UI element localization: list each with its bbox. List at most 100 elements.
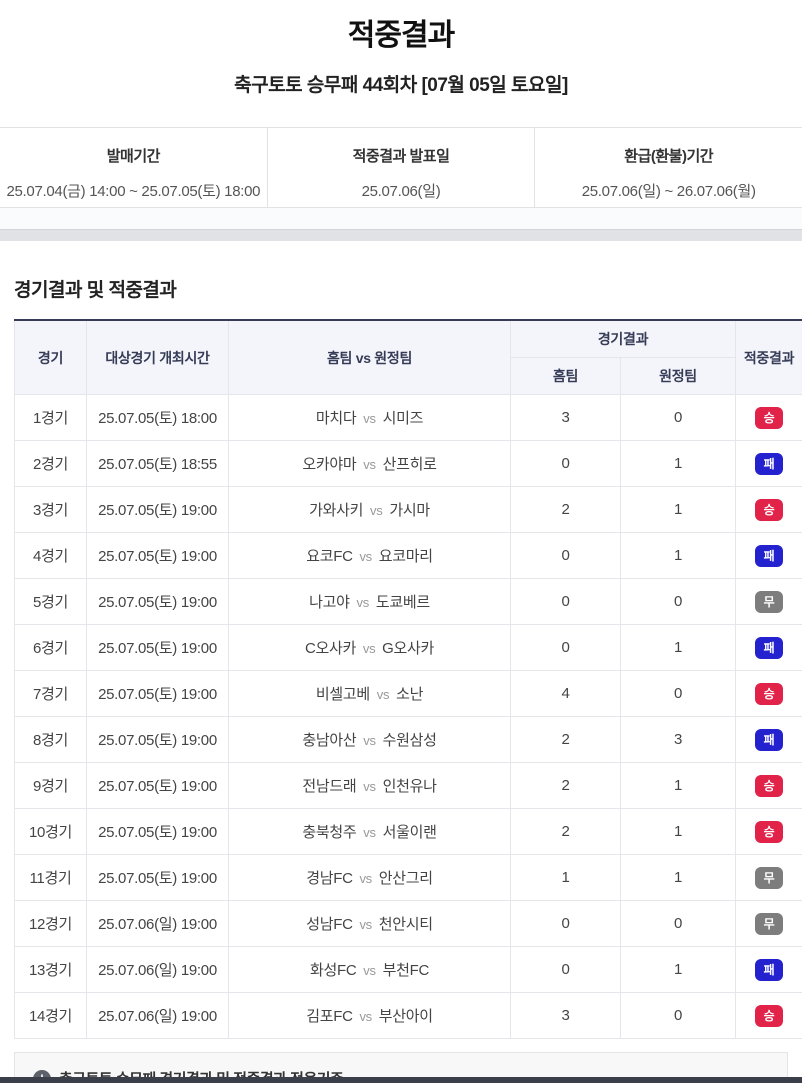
home-team-name: 충남아산 bbox=[302, 732, 357, 749]
vs-label: vs bbox=[370, 503, 383, 518]
match-teams-cell: 비셀고베 vs 소난 bbox=[228, 670, 511, 717]
results-table-header: 경기 대상경기 개최시간 홈팀 vs 원정팀 경기결과 적중결과 홈팀 원정팀 bbox=[14, 319, 802, 395]
away-team-name: 부천FC bbox=[382, 962, 430, 979]
hit-result-cell: 패 bbox=[735, 716, 802, 763]
table-row: 6경기 25.07.05(토) 19:00 C오사카 vs G오사카 0 1 패 bbox=[14, 624, 802, 671]
vs-label: vs bbox=[356, 595, 370, 610]
away-score-cell: 1 bbox=[619, 440, 737, 487]
table-row: 3경기 25.07.05(토) 19:00 가와사키 vs 가시마 2 1 승 bbox=[14, 486, 802, 533]
away-score-cell: 1 bbox=[619, 624, 737, 671]
away-team-name: 부산아이 bbox=[378, 1008, 433, 1025]
results-table: 경기 대상경기 개최시간 홈팀 vs 원정팀 경기결과 적중결과 홈팀 원정팀 … bbox=[14, 319, 802, 1039]
away-score-cell: 0 bbox=[619, 578, 737, 625]
match-teams-cell: 성남FC vs 천안시티 bbox=[228, 900, 511, 947]
home-team-name: 비셀고베 bbox=[315, 686, 370, 703]
hit-result-cell: 승 bbox=[735, 486, 802, 533]
game-number-cell: 13경기 bbox=[14, 946, 87, 993]
match-teams-cell: 김포FC vs 부산아이 bbox=[228, 992, 511, 1039]
page-title: 적중결과 bbox=[347, 19, 455, 52]
away-score-cell: 1 bbox=[619, 854, 737, 901]
info-label: 발매기간 bbox=[106, 148, 161, 165]
result-badge-win: 승 bbox=[755, 498, 784, 521]
result-badge-lose: 패 bbox=[755, 728, 784, 751]
home-team-name: 나고야 bbox=[309, 594, 350, 611]
game-number-cell: 5경기 bbox=[14, 578, 87, 625]
match-teams-cell: 요코FC vs 요코마리 bbox=[228, 532, 511, 579]
hit-result-cell: 패 bbox=[735, 946, 802, 993]
away-score-cell: 0 bbox=[619, 670, 737, 717]
info-item-result-date: 적중결과 발표일 25.07.06(일) bbox=[266, 128, 535, 207]
table-row: 13경기 25.07.06(일) 19:00 화성FC vs 부천FC 0 1 패 bbox=[14, 946, 802, 993]
info-item-refund-period: 환급(환불)기간 25.07.06(일) ~ 26.07.06(월) bbox=[534, 128, 802, 207]
match-teams-cell: 나고야 vs 도쿄베르 bbox=[228, 578, 511, 625]
result-badge-win: 승 bbox=[755, 820, 784, 843]
home-score-cell: 2 bbox=[510, 716, 621, 763]
table-row: 4경기 25.07.05(토) 19:00 요코FC vs 요코마리 0 1 패 bbox=[14, 532, 802, 579]
result-badge-draw: 무 bbox=[755, 590, 784, 613]
home-score-cell: 0 bbox=[510, 624, 621, 671]
away-team-name: 서울이랜 bbox=[382, 824, 437, 841]
match-teams-cell: 마치다 vs 시미즈 bbox=[228, 394, 511, 441]
vs-label: vs bbox=[363, 733, 376, 748]
info-label: 환급(환불)기간 bbox=[624, 148, 714, 165]
match-datetime-cell: 25.07.06(일) 19:00 bbox=[86, 946, 229, 993]
table-row: 11경기 25.07.05(토) 19:00 경남FC vs 안산그리 1 1 무 bbox=[14, 854, 802, 901]
table-row: 7경기 25.07.05(토) 19:00 비셀고베 vs 소난 4 0 승 bbox=[14, 670, 802, 717]
match-datetime-cell: 25.07.05(토) 19:00 bbox=[86, 670, 229, 717]
vs-label: vs bbox=[363, 963, 376, 978]
match-datetime-cell: 25.07.05(토) 19:00 bbox=[86, 854, 229, 901]
vs-label: vs bbox=[359, 1009, 372, 1024]
match-datetime-cell: 25.07.05(토) 19:00 bbox=[86, 532, 229, 579]
away-team-name: 수원삼성 bbox=[382, 732, 437, 749]
result-badge-win: 승 bbox=[755, 1004, 784, 1027]
home-score-cell: 2 bbox=[510, 486, 621, 533]
section-divider bbox=[0, 229, 802, 241]
match-teams-cell: 충북청주 vs 서울이랜 bbox=[228, 808, 511, 855]
vs-label: vs bbox=[359, 549, 372, 564]
game-number-cell: 7경기 bbox=[14, 670, 87, 717]
home-score-cell: 0 bbox=[510, 532, 621, 579]
info-value: 25.07.04(금) 14:00 ~ 25.07.05(토) 18:00 bbox=[6, 183, 261, 200]
home-team-name: 충북청주 bbox=[302, 824, 357, 841]
col-header-result-group: 경기결과 bbox=[509, 319, 737, 358]
table-row: 8경기 25.07.05(토) 19:00 충남아산 vs 수원삼성 2 3 패 bbox=[14, 716, 802, 763]
result-badge-lose: 패 bbox=[755, 636, 784, 659]
home-team-name: 가와사키 bbox=[309, 502, 364, 519]
table-row: 5경기 25.07.05(토) 19:00 나고야 vs 도쿄베르 0 0 무 bbox=[14, 578, 802, 625]
hit-result-cell: 승 bbox=[735, 670, 802, 717]
game-number-cell: 10경기 bbox=[14, 808, 87, 855]
away-team-name: 요코마리 bbox=[378, 548, 433, 565]
game-number-cell: 4경기 bbox=[14, 532, 87, 579]
home-score-cell: 0 bbox=[510, 578, 621, 625]
home-team-name: 경남FC bbox=[306, 870, 353, 887]
home-score-cell: 2 bbox=[510, 808, 621, 855]
match-teams-cell: 가와사키 vs 가시마 bbox=[228, 486, 511, 533]
away-team-name: 인천유나 bbox=[382, 778, 437, 795]
result-badge-win: 승 bbox=[755, 406, 784, 429]
match-datetime-cell: 25.07.05(토) 18:00 bbox=[86, 394, 229, 441]
away-score-cell: 1 bbox=[619, 762, 737, 809]
result-badge-win: 승 bbox=[755, 774, 784, 797]
game-number-cell: 1경기 bbox=[14, 394, 87, 441]
home-score-cell: 3 bbox=[510, 992, 621, 1039]
away-team-name: 산프히로 bbox=[382, 456, 437, 473]
col-header-away-score: 원정팀 bbox=[619, 357, 737, 395]
away-team-name: 안산그리 bbox=[378, 870, 433, 887]
result-badge-draw: 무 bbox=[755, 866, 784, 889]
match-teams-cell: 오카야마 vs 산프히로 bbox=[228, 440, 511, 487]
match-datetime-cell: 25.07.05(토) 19:00 bbox=[86, 808, 229, 855]
hit-result-cell: 패 bbox=[735, 440, 802, 487]
away-score-cell: 1 bbox=[619, 532, 737, 579]
hit-result-cell: 승 bbox=[735, 992, 802, 1039]
match-datetime-cell: 25.07.05(토) 19:00 bbox=[86, 762, 229, 809]
away-team-name: G오사카 bbox=[382, 640, 435, 657]
vs-label: vs bbox=[363, 779, 376, 794]
results-section-title: 경기결과 및 적중결과 bbox=[14, 280, 177, 301]
result-badge-win: 승 bbox=[755, 682, 784, 705]
table-row: 9경기 25.07.05(토) 19:00 전남드래 vs 인천유나 2 1 승 bbox=[14, 762, 802, 809]
match-datetime-cell: 25.07.06(일) 19:00 bbox=[86, 992, 229, 1039]
away-score-cell: 1 bbox=[619, 486, 737, 533]
match-datetime-cell: 25.07.05(토) 19:00 bbox=[86, 486, 229, 533]
home-team-name: 성남FC bbox=[306, 916, 353, 933]
round-subtitle: 축구토토 승무패 44회차 [07월 05일 토요일] bbox=[234, 75, 568, 96]
